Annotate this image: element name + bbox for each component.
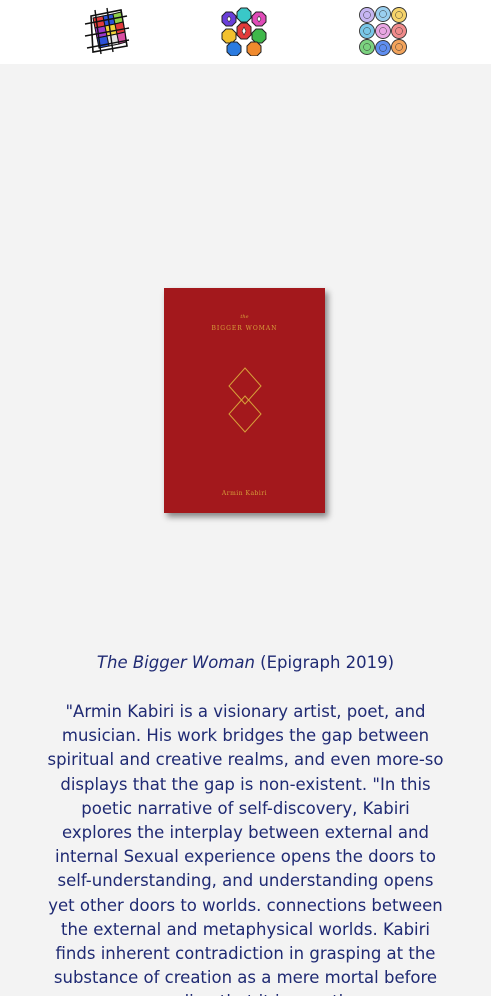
header-nav — [0, 0, 491, 64]
geometric-lattice-icon[interactable] — [81, 6, 131, 56]
book-cover[interactable]: the BIGGER WOMAN Armin Kabiri — [164, 288, 325, 513]
book-caption: The Bigger Woman (Epigraph 2019) — [20, 652, 471, 674]
cover-author: Armin Kabiri — [221, 490, 268, 497]
cover-title: BIGGER WOMAN — [211, 325, 278, 332]
rosette-grid-icon[interactable] — [358, 6, 408, 56]
book-description: "Armin Kabiri is a visionary artist, poe… — [47, 702, 444, 996]
page: the BIGGER WOMAN Armin Kabiri The Bigger… — [0, 0, 491, 996]
book-publisher: (Epigraph 2019) — [254, 653, 395, 672]
cover-diamond-emblem — [228, 367, 262, 433]
book-title: The Bigger Woman — [96, 653, 255, 672]
cover-the-text: the — [240, 314, 249, 320]
octagon-star-pattern-icon[interactable] — [219, 6, 269, 56]
